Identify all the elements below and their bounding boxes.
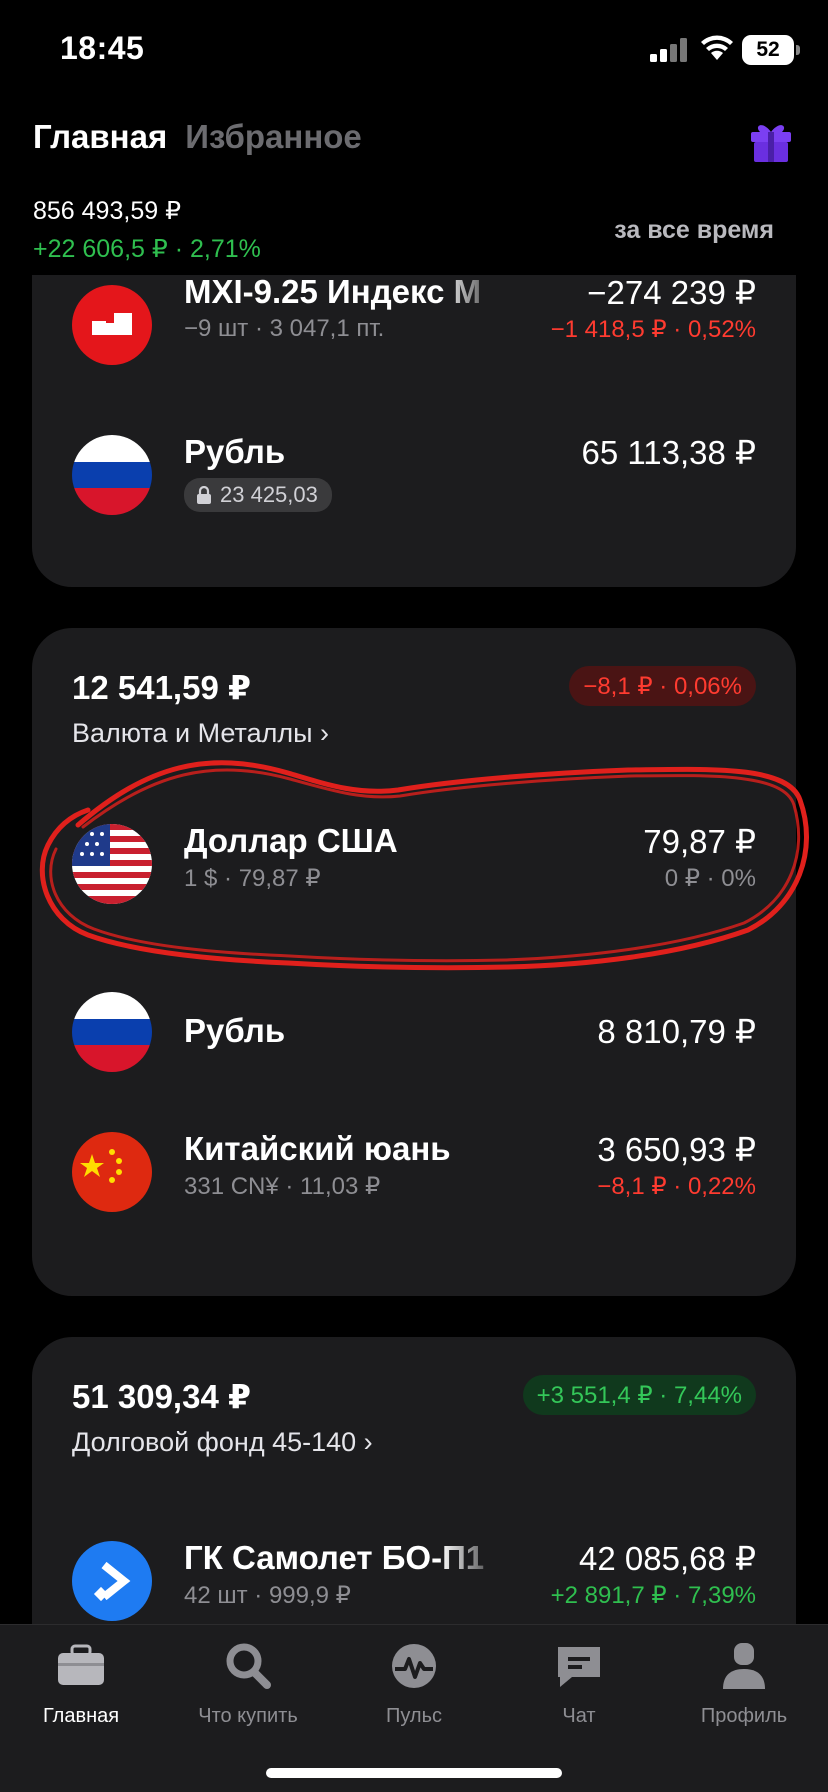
home-indicator[interactable] (266, 1768, 562, 1778)
tab-label: Что купить (198, 1705, 298, 1727)
tab-label: Чат (562, 1705, 596, 1727)
currency-metals-card: 12 541,59 ₽ −8,1 ₽ · 0,06% Валюта и Мета… (32, 628, 796, 1296)
group-change-badge: +3 551,4 ₽ · 7,44% (522, 1375, 756, 1415)
header-tabs: Главная Избранное (33, 118, 362, 156)
group-total: 51 309,34 ₽ (72, 1378, 251, 1415)
russia-flag-icon (72, 435, 152, 515)
chat-icon (558, 1647, 600, 1687)
row-change: −8,1 ₽ · 0,22% (597, 1173, 756, 1200)
tab-profile[interactable]: Профиль (669, 1639, 819, 1728)
moex-icon (72, 285, 152, 365)
bottom-tab-bar: Главная Что купить Пульс Чат Профиль (0, 1624, 828, 1792)
row-value: 3 650,93 ₽ (597, 1131, 756, 1168)
row-name: Доллар США (184, 822, 398, 859)
row-name: Рубль (184, 433, 286, 470)
battery-indicator: 52 (742, 35, 800, 65)
blocked-amount: 23 425,03 (220, 482, 318, 507)
portfolio-total-change: +22 606,5 ₽ · 2,71% (33, 235, 261, 263)
row-value: 42 085,68 ₽ (579, 1540, 756, 1577)
profile-icon (723, 1643, 765, 1689)
samolet-icon (72, 1541, 152, 1621)
status-bar: 18:45 52 (0, 0, 828, 100)
row-value: 8 810,79 ₽ (597, 1013, 756, 1050)
row-sub: −9 шт · 3 047,1 пт. (184, 315, 385, 342)
tab-main[interactable]: Главная (33, 118, 167, 156)
row-name: MXI-9.25 Индекс М (184, 273, 482, 310)
blocked-amount-badge: 23 425,03 (184, 478, 332, 512)
wifi-icon (701, 35, 733, 60)
status-time: 18:45 (60, 30, 145, 66)
row-name: Китайский юань (184, 1130, 451, 1167)
tab-label: Пульс (385, 1705, 443, 1727)
row-sub: 331 CN¥ · 11,03 ₽ (184, 1173, 381, 1200)
tab-label: Профиль (700, 1705, 788, 1727)
period-selector[interactable]: за все время (614, 216, 774, 245)
group-link[interactable]: Валюта и Металлы › (72, 718, 329, 749)
russia-flag-icon (72, 992, 152, 1072)
group-link[interactable]: Долговой фонд 45-140 › (72, 1427, 373, 1458)
pulse-icon (392, 1644, 436, 1688)
tab-pulse[interactable]: Пульс (339, 1639, 489, 1728)
list-item[interactable]: Доллар США 1 $ · 79,87 ₽ 79,87 ₽ 0 ₽ · 0… (32, 822, 796, 924)
usa-flag-icon (72, 824, 152, 904)
row-change: −1 418,5 ₽ · 0,52% (550, 316, 756, 343)
tab-label: Главная (42, 1705, 120, 1727)
lock-icon (197, 486, 211, 504)
group-change-badge: −8,1 ₽ · 0,06% (569, 666, 756, 706)
list-item[interactable]: MXI-9.25 Индекс М −9 шт · 3 047,1 пт. −2… (32, 273, 796, 375)
china-flag-icon (72, 1132, 152, 1212)
tab-chat[interactable]: Чат (504, 1639, 654, 1728)
search-icon (226, 1643, 271, 1689)
list-item[interactable]: Китайский юань 331 CN¥ · 11,03 ₽ 3 650,9… (32, 1130, 796, 1232)
list-item[interactable]: Рубль 8 810,79 ₽ (32, 992, 796, 1092)
row-change: 0 ₽ · 0% (664, 865, 756, 892)
list-item[interactable]: Рубль 23 425,03 65 113,38 ₽ (32, 433, 796, 535)
row-value: 79,87 ₽ (643, 823, 756, 860)
row-name: Рубль (184, 1012, 286, 1049)
row-sub: 1 $ · 79,87 ₽ (184, 865, 321, 892)
row-value: −274 239 ₽ (587, 274, 756, 311)
tab-favorites[interactable]: Избранное (185, 118, 362, 156)
row-sub: 42 шт · 999,9 ₽ (184, 1582, 351, 1609)
row-change: +2 891,7 ₽ · 7,39% (550, 1582, 756, 1609)
portfolio-card-top: MXI-9.25 Индекс М −9 шт · 3 047,1 пт. −2… (32, 273, 796, 587)
cellular-signal-icon (650, 38, 687, 62)
tab-home[interactable]: Главная (6, 1639, 156, 1728)
briefcase-icon (58, 1644, 104, 1685)
tab-what-to-buy[interactable]: Что купить (173, 1639, 323, 1728)
gift-icon[interactable] (748, 118, 794, 164)
row-value: 65 113,38 ₽ (581, 434, 756, 471)
row-name: ГК Самолет БО-П1 (184, 1539, 485, 1576)
portfolio-total-value: 856 493,59 ₽ (33, 197, 181, 225)
group-total: 12 541,59 ₽ (72, 669, 251, 706)
